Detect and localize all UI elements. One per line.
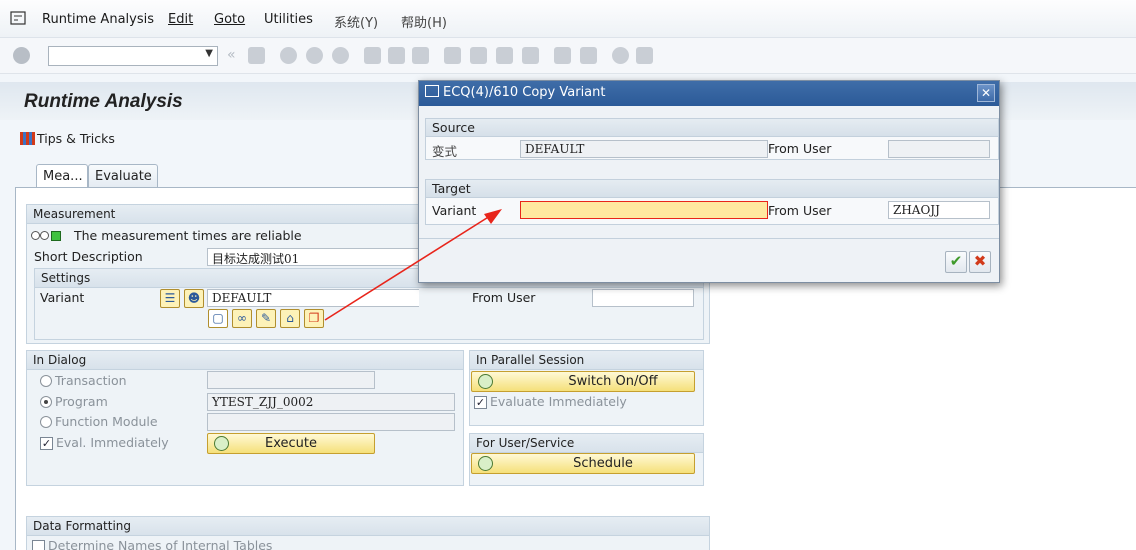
parallel-session-header: In Parallel Session	[470, 351, 703, 370]
source-header: Source	[426, 119, 998, 137]
source-group: Source 变式 DEFAULT From User	[425, 118, 999, 160]
light-off-icon	[40, 231, 49, 240]
find-icon[interactable]	[388, 47, 405, 64]
tab-evaluate[interactable]: Evaluate	[88, 164, 158, 188]
switch-on-off-button[interactable]: Switch On/Off	[471, 371, 695, 392]
target-from-user-field[interactable]: ZHAOJJ	[888, 201, 990, 219]
menu-runtime-analysis[interactable]: Runtime Analysis	[42, 12, 154, 27]
confirm-button[interactable]: ✔	[945, 251, 967, 273]
save-icon[interactable]	[248, 47, 265, 64]
edit-variant-icon[interactable]: ✎	[256, 309, 276, 328]
dialog-menu-icon[interactable]	[425, 85, 439, 97]
enter-icon[interactable]	[13, 47, 30, 64]
menu-bar: Runtime Analysis Edit Goto Utilities 系统(…	[0, 0, 1136, 38]
first-page-icon[interactable]	[444, 47, 461, 64]
evaluate-immediately-label: Evaluate Immediately	[490, 394, 627, 409]
data-formatting-header: Data Formatting	[27, 517, 709, 536]
tips-icon	[20, 132, 35, 145]
cancel-button[interactable]: ✖	[969, 251, 991, 273]
clock-icon	[478, 374, 493, 389]
variant-label: Variant	[40, 290, 85, 305]
program-radio[interactable]	[40, 396, 52, 408]
source-variant-field[interactable]: DEFAULT	[520, 140, 768, 158]
target-header: Target	[426, 180, 998, 198]
cancel-icon[interactable]	[332, 47, 349, 64]
target-from-user-label: From User	[768, 203, 832, 218]
previous-page-icon[interactable]	[470, 47, 487, 64]
variant-maintain-icon[interactable]: ☰	[160, 289, 180, 308]
short-description-label: Short Description	[34, 249, 143, 264]
variant-field[interactable]: DEFAULT	[207, 289, 419, 307]
green-light-icon	[51, 231, 61, 241]
create-variant-icon[interactable]: ▢	[208, 309, 228, 328]
delete-variant-icon[interactable]: ⌂	[280, 309, 300, 328]
evaluate-immediately-checkbox[interactable]: ✓	[474, 396, 487, 409]
back-nav-icon[interactable]	[280, 47, 297, 64]
next-page-icon[interactable]	[496, 47, 513, 64]
menu-help[interactable]: 帮助(H)	[401, 12, 447, 31]
reliable-text: The measurement times are reliable	[74, 228, 302, 243]
short-description-field[interactable]: 目标达成测试01	[207, 248, 419, 266]
layout-icon[interactable]	[636, 47, 653, 64]
menu-icon[interactable]	[10, 11, 26, 25]
schedule-label: Schedule	[573, 456, 633, 471]
source-from-user-field[interactable]	[888, 140, 990, 158]
print-icon[interactable]	[364, 47, 381, 64]
target-variant-label: Variant	[432, 203, 477, 218]
light-off-icon	[31, 231, 40, 240]
execute-label: Execute	[265, 436, 317, 451]
schedule-button[interactable]: Schedule	[471, 453, 695, 474]
tips-label: Tips & Tricks	[37, 131, 115, 146]
switch-on-off-label: Switch On/Off	[568, 374, 658, 389]
menu-system[interactable]: 系统(Y)	[334, 12, 378, 31]
menu-goto[interactable]: Goto	[214, 12, 245, 27]
help-icon[interactable]	[612, 47, 629, 64]
function-module-label: Function Module	[55, 414, 158, 429]
function-module-radio[interactable]	[40, 416, 52, 428]
tab-measurement[interactable]: Mea...	[36, 164, 88, 188]
chevron-down-icon[interactable]: ▼	[205, 48, 213, 59]
copy-variant-dialog: ECQ(4)/610 Copy Variant ✕ Source 变式 DEFA…	[418, 80, 1000, 283]
shortcut-icon[interactable]	[580, 47, 597, 64]
transaction-label: Transaction	[55, 373, 127, 388]
target-variant-input[interactable]	[520, 201, 768, 219]
dialog-divider	[419, 238, 999, 239]
target-group: Target Variant From User ZHAOJJ	[425, 179, 999, 225]
determine-names-label: Determine Names of Internal Tables	[48, 538, 273, 550]
in-dialog-header: In Dialog	[27, 351, 463, 370]
from-user-field[interactable]	[592, 289, 694, 307]
program-field[interactable]: YTEST_ZJJ_0002	[207, 393, 455, 411]
determine-names-checkbox[interactable]	[32, 540, 45, 550]
eval-immediately-label: Eval. Immediately	[56, 435, 169, 450]
new-session-icon[interactable]	[554, 47, 571, 64]
clock-icon	[214, 436, 229, 451]
close-icon[interactable]: ✕	[977, 84, 995, 102]
source-from-user-label: From User	[768, 141, 832, 156]
menu-edit[interactable]: Edit	[168, 12, 193, 27]
execute-button[interactable]: Execute	[207, 433, 375, 454]
copy-variant-icon[interactable]: ❐	[304, 309, 324, 328]
exit-icon[interactable]	[306, 47, 323, 64]
page-title: Runtime Analysis	[24, 91, 183, 112]
eval-immediately-checkbox[interactable]: ✓	[40, 437, 53, 450]
function-module-field[interactable]	[207, 413, 455, 431]
program-label: Program	[55, 394, 108, 409]
source-variant-label: 变式	[432, 144, 458, 159]
user-service-header: For User/Service	[470, 434, 703, 453]
toolbar: ▼ «	[0, 38, 1136, 74]
clock-icon	[478, 456, 493, 471]
transaction-radio[interactable]	[40, 375, 52, 387]
last-page-icon[interactable]	[522, 47, 539, 64]
display-variant-icon[interactable]: ∞	[232, 309, 252, 328]
dialog-title-bar[interactable]: ECQ(4)/610 Copy Variant ✕	[419, 81, 999, 106]
command-field[interactable]: ▼	[48, 46, 218, 66]
menu-utilities[interactable]: Utilities	[264, 12, 313, 27]
find-next-icon[interactable]	[412, 47, 429, 64]
transaction-field[interactable]	[207, 371, 375, 389]
from-user-label: From User	[472, 290, 536, 305]
variant-user-icon[interactable]: ☻	[184, 289, 204, 308]
dialog-title: ECQ(4)/610 Copy Variant	[443, 85, 606, 100]
back-icon[interactable]: «	[227, 47, 236, 63]
